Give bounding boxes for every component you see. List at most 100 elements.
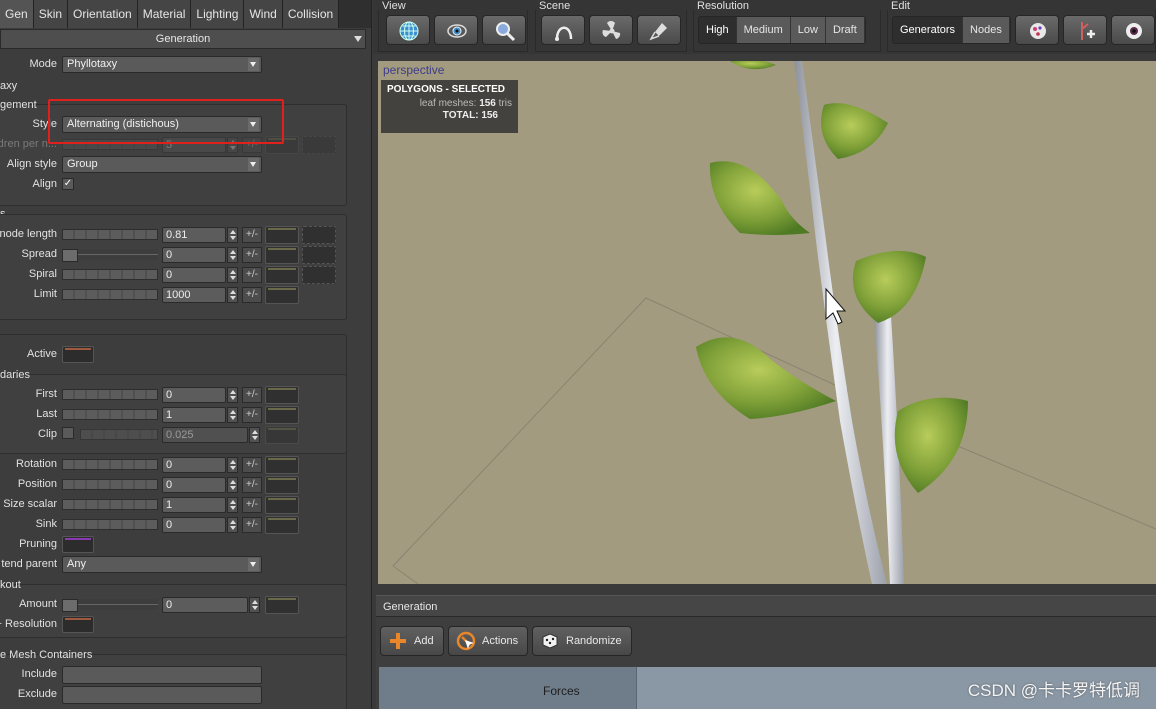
preview-tool-button[interactable] xyxy=(1111,15,1155,45)
last-curve-swatch[interactable] xyxy=(265,406,299,424)
node-length-variance-swatch[interactable] xyxy=(302,226,336,244)
node-length-curve-swatch[interactable] xyxy=(265,226,299,244)
spiral-curve-swatch[interactable] xyxy=(265,266,299,284)
include-field[interactable] xyxy=(62,666,262,684)
last-spinner[interactable] xyxy=(227,407,238,423)
spiral-input[interactable]: 0 xyxy=(162,267,226,283)
spiral-variance-swatch[interactable] xyxy=(302,266,336,284)
first-plusminus-button[interactable]: +/- xyxy=(242,387,262,403)
size-scalar-input[interactable]: 1 xyxy=(162,497,226,513)
edit-generators-option[interactable]: Generators xyxy=(893,17,964,43)
fan-tool-button[interactable] xyxy=(589,15,633,45)
tab-wind[interactable]: Wind xyxy=(244,0,283,28)
zoom-view-button[interactable] xyxy=(482,15,526,45)
forces-node[interactable]: Forces xyxy=(379,667,637,709)
sink-input[interactable]: 0 xyxy=(162,517,226,533)
size-scalar-slider[interactable] xyxy=(62,499,158,510)
rotation-spinner[interactable] xyxy=(227,457,238,473)
add-generator-button[interactable]: Add xyxy=(380,626,444,656)
limit-input[interactable]: 1000 xyxy=(162,287,226,303)
first-curve-swatch[interactable] xyxy=(265,386,299,404)
limit-slider[interactable] xyxy=(62,289,158,300)
resolution-high-option[interactable]: High xyxy=(699,17,737,43)
mode-dropdown[interactable]: Phyllotaxy xyxy=(62,56,262,73)
amount-spinner[interactable] xyxy=(249,597,260,613)
light-tool-button[interactable] xyxy=(637,15,681,45)
tab-skin[interactable]: Skin xyxy=(33,0,69,28)
clip-slider[interactable] xyxy=(80,429,158,440)
resolution-draft-option[interactable]: Draft xyxy=(825,17,865,43)
3d-viewport[interactable]: perspective POLYGONS - SELECTED leaf mes… xyxy=(378,61,1156,584)
generation-header[interactable]: Generation xyxy=(0,29,366,49)
actions-button[interactable]: Actions xyxy=(448,626,529,656)
tab-lighting[interactable]: Lighting xyxy=(191,0,245,28)
spiral-plusminus-button[interactable]: +/- xyxy=(242,267,262,283)
spread-spinner[interactable] xyxy=(227,247,238,263)
first-spinner[interactable] xyxy=(227,387,238,403)
sink-plusminus-button[interactable]: +/- xyxy=(242,517,262,533)
position-input[interactable]: 0 xyxy=(162,477,226,493)
children-variance-swatch[interactable] xyxy=(302,136,336,154)
exclude-field[interactable] xyxy=(62,686,262,704)
tab-orientation[interactable]: Orientation xyxy=(68,0,138,28)
node-length-slider[interactable] xyxy=(62,229,158,240)
spread-curve-swatch[interactable] xyxy=(265,246,299,264)
first-slider[interactable] xyxy=(62,389,158,400)
collapse-arrow-icon[interactable] xyxy=(354,36,362,42)
extend-parent-dropdown[interactable]: Any xyxy=(62,556,262,573)
rotation-curve-swatch[interactable] xyxy=(265,456,299,474)
tab-collision[interactable]: Collision xyxy=(282,0,340,28)
sink-slider[interactable] xyxy=(62,519,158,530)
clip-checkbox[interactable] xyxy=(62,427,74,439)
last-slider[interactable] xyxy=(62,409,158,420)
limit-plusminus-button[interactable]: +/- xyxy=(242,287,262,303)
clip-input[interactable]: 0.025 xyxy=(162,427,248,443)
spiral-slider[interactable] xyxy=(62,269,158,280)
clip-curve-swatch[interactable] xyxy=(265,426,299,444)
sink-spinner[interactable] xyxy=(227,517,238,533)
spread-plusminus-button[interactable]: +/- xyxy=(242,247,262,263)
tab-material[interactable]: Material xyxy=(137,0,192,28)
add-node-tool-button[interactable] xyxy=(1063,15,1107,45)
spread-variance-swatch[interactable] xyxy=(302,246,336,264)
rotation-plusminus-button[interactable]: +/- xyxy=(242,457,262,473)
limit-spinner[interactable] xyxy=(227,287,238,303)
node-length-input[interactable]: 0.81 xyxy=(162,227,226,243)
randomize-button[interactable]: Randomize xyxy=(532,626,632,656)
align-checkbox[interactable]: ✓ xyxy=(62,178,74,190)
clip-spinner[interactable] xyxy=(249,427,260,443)
position-curve-swatch[interactable] xyxy=(265,476,299,494)
spread-input[interactable]: 0 xyxy=(162,247,226,263)
orbit-view-button[interactable] xyxy=(434,15,478,45)
sink-curve-swatch[interactable] xyxy=(265,516,299,534)
tab-gen[interactable]: Gen xyxy=(0,0,34,28)
last-input[interactable]: 1 xyxy=(162,407,226,423)
globe-view-button[interactable] xyxy=(386,15,430,45)
size-scalar-curve-swatch[interactable] xyxy=(265,496,299,514)
edit-nodes-option[interactable]: Nodes xyxy=(963,17,1010,43)
spread-slider[interactable] xyxy=(62,249,158,262)
paint-tool-button[interactable] xyxy=(1015,15,1059,45)
align-style-dropdown[interactable]: Group xyxy=(62,156,262,173)
amount-curve-swatch[interactable] xyxy=(265,596,299,614)
pruning-toggle[interactable] xyxy=(62,536,94,553)
size-scalar-spinner[interactable] xyxy=(227,497,238,513)
size-scalar-plusminus-button[interactable]: +/- xyxy=(242,497,262,513)
last-plusminus-button[interactable]: +/- xyxy=(242,407,262,423)
active-toggle[interactable] xyxy=(62,346,94,363)
limit-curve-swatch[interactable] xyxy=(265,286,299,304)
first-input[interactable]: 0 xyxy=(162,387,226,403)
spiral-spinner[interactable] xyxy=(227,267,238,283)
amount-input[interactable]: 0 xyxy=(162,597,248,613)
stem-tool-button[interactable] xyxy=(541,15,585,45)
position-spinner[interactable] xyxy=(227,477,238,493)
position-slider[interactable] xyxy=(62,479,158,490)
resolution-toggle[interactable] xyxy=(62,616,94,633)
rotation-slider[interactable] xyxy=(62,459,158,470)
rotation-input[interactable]: 0 xyxy=(162,457,226,473)
position-plusminus-button[interactable]: +/- xyxy=(242,477,262,493)
resolution-low-option[interactable]: Low xyxy=(790,17,826,43)
node-length-plusminus-button[interactable]: +/- xyxy=(242,227,262,243)
node-length-spinner[interactable] xyxy=(227,227,238,243)
amount-slider[interactable] xyxy=(62,599,158,612)
